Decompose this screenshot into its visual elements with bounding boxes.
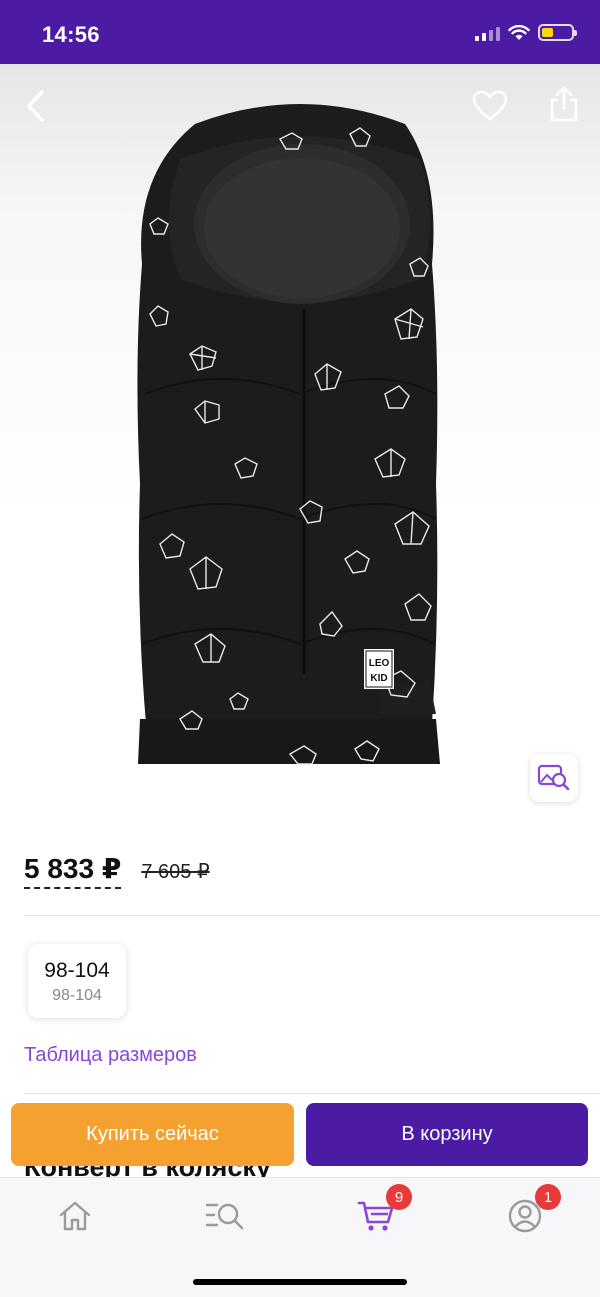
catalog-search-icon: [205, 1203, 244, 1230]
size-option-sublabel: 98-104: [52, 987, 102, 1004]
wifi-icon: [508, 24, 530, 40]
chevron-left-icon: [27, 90, 44, 122]
favorite-button[interactable]: [466, 82, 514, 130]
heart-icon: [472, 90, 508, 121]
product-image-area[interactable]: LEO KID: [0, 64, 600, 824]
home-indicator: [193, 1279, 407, 1285]
add-to-cart-button[interactable]: В корзину: [306, 1103, 588, 1166]
signal-icon: [475, 25, 500, 41]
price-row: 5 833 ₽ 7 605 ₽: [24, 852, 210, 889]
price-old: 7 605 ₽: [141, 861, 210, 883]
cart-badge: 9: [386, 1184, 412, 1210]
share-button[interactable]: [540, 80, 588, 128]
divider: [24, 915, 600, 916]
size-option[interactable]: 98-104 98-104: [28, 944, 126, 1018]
status-bar: 14:56: [0, 0, 600, 64]
profile-badge: 1: [535, 1184, 561, 1210]
size-option-label: 98-104: [44, 959, 110, 982]
product-image: LEO KID: [137, 104, 440, 765]
price-current[interactable]: 5 833 ₽: [24, 852, 122, 889]
nav-profile[interactable]: 1: [503, 1184, 561, 1238]
share-icon: [550, 86, 578, 122]
image-search-button[interactable]: [530, 754, 578, 802]
nav-home[interactable]: [53, 1194, 97, 1238]
buy-now-button[interactable]: Купить сейчас: [11, 1103, 294, 1166]
image-search-icon: [537, 764, 570, 791]
status-icons: [475, 24, 577, 41]
back-button[interactable]: [12, 82, 60, 130]
nav-cart[interactable]: 9: [354, 1184, 412, 1238]
status-time: 14:56: [42, 22, 100, 47]
size-table-link[interactable]: Таблица размеров: [24, 1044, 197, 1067]
home-icon: [59, 1201, 91, 1231]
brand-label-line1: LEO: [369, 658, 390, 669]
battery-icon: [538, 24, 577, 41]
brand-label-line2: KID: [370, 673, 387, 684]
nav-catalog[interactable]: [203, 1194, 247, 1238]
divider: [24, 1093, 600, 1094]
